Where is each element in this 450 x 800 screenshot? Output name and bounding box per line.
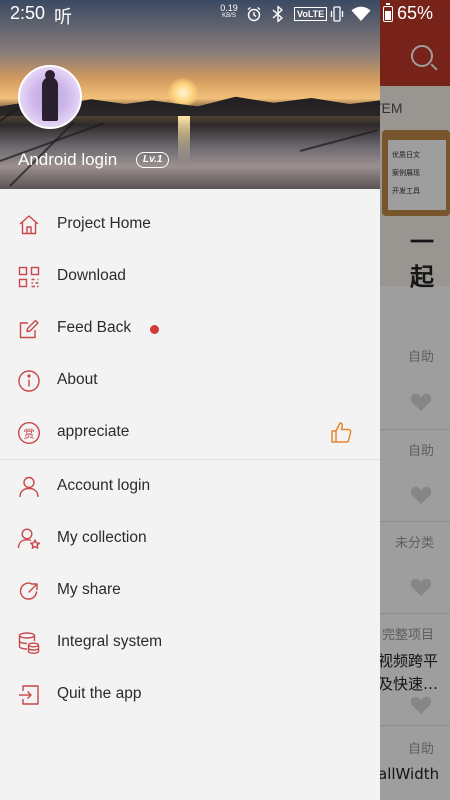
menu-item-label: Project Home (57, 215, 151, 232)
menu-item-label: appreciate (57, 423, 130, 440)
menu-item-appreciate[interactable]: 赏 appreciate (0, 407, 380, 459)
menu-item-my-share[interactable]: My share (0, 565, 380, 617)
user-name[interactable]: Android login (18, 150, 117, 170)
menu-item-quit-the-app[interactable]: Quit the app (0, 669, 380, 721)
tree-branch (299, 129, 378, 152)
status-notification-text: 听 (54, 7, 72, 27)
volte-indicator: VoLTE (294, 7, 328, 21)
menu-item-label: Download (57, 267, 126, 284)
alarm-icon (247, 6, 261, 22)
menu-item-label: Feed Back (57, 319, 132, 336)
menu-item-about[interactable]: About (0, 355, 380, 407)
navigation-drawer: Android login Lv.1 Project Home Download… (0, 0, 380, 800)
menu-item-my-collection[interactable]: My collection (0, 513, 380, 565)
menu-item-label: My collection (57, 529, 147, 546)
avatar[interactable] (18, 65, 82, 129)
notification-dot (150, 325, 159, 334)
menu-item-feed-back[interactable]: Feed Back (0, 303, 380, 355)
battery-fill (385, 10, 391, 20)
database-icon (18, 632, 40, 655)
thumbs-up-icon[interactable] (330, 420, 352, 444)
menu-item-label: About (57, 371, 98, 388)
menu-item-account-login[interactable]: Account login (0, 461, 380, 513)
home-icon (19, 215, 39, 235)
exit-icon (19, 685, 39, 705)
menu-item-label: My share (57, 581, 121, 598)
edit-icon (19, 319, 39, 339)
user-icon (19, 476, 39, 498)
qr-code-icon (18, 266, 40, 288)
reward-icon: 赏 (17, 421, 41, 445)
menu-item-label: Integral system (57, 633, 163, 650)
menu-divider (0, 459, 380, 460)
menu-item-project-home[interactable]: Project Home (0, 199, 380, 251)
avatar-figure (42, 70, 58, 121)
status-time: 2:50 (10, 3, 46, 23)
battery-icon (383, 3, 393, 22)
menu-item-download[interactable]: Download (0, 251, 380, 303)
user-star-icon (17, 528, 40, 549)
wifi-icon (351, 6, 371, 21)
sun-reflection (178, 116, 190, 162)
vibrate-icon (330, 6, 344, 22)
info-icon (18, 370, 40, 392)
battery-percentage: 65% (397, 3, 434, 23)
status-bar: 2:50 听 0.19 KB/S VoLTE 65% (0, 0, 450, 28)
reward-icon-char: 赏 (24, 427, 35, 440)
menu-item-label: Account login (57, 477, 151, 494)
menu-item-label: Quit the app (57, 685, 142, 702)
level-badge: Lv.1 (136, 152, 170, 168)
share-icon (19, 582, 38, 600)
menu-item-integral-system[interactable]: Integral system (0, 617, 380, 669)
network-speed-unit: KB/S (222, 13, 236, 19)
bluetooth-icon (272, 5, 283, 23)
network-speed-value: 0.19 (220, 3, 238, 13)
